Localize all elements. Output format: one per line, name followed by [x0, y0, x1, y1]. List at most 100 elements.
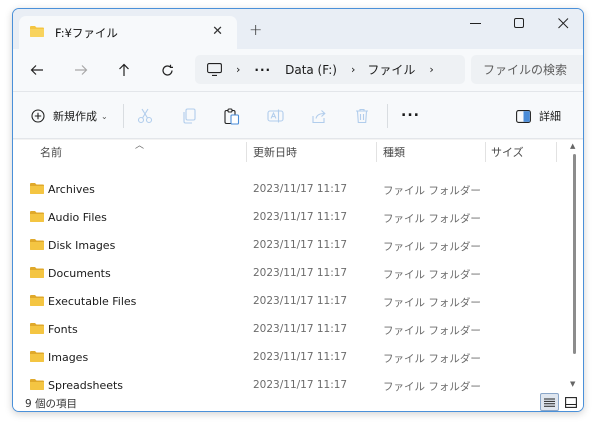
status-bar: 9 個の項目 — [13, 392, 583, 411]
file-list: ︿ 名前 更新日時 種類 サイズ Archives 2023/11/17 11:1… — [13, 140, 583, 393]
sort-chevron-up-icon: ︿ — [135, 141, 145, 151]
column-header-name-label: 名前 — [40, 146, 62, 159]
chevron-down-icon: ⌄ — [101, 111, 108, 121]
cut-button[interactable] — [137, 104, 153, 128]
column-header-date-label: 更新日時 — [253, 146, 297, 159]
folder-icon — [29, 182, 45, 198]
plus-circle-icon — [31, 109, 45, 123]
file-name: Audio Files — [48, 211, 107, 224]
scroll-up-arrow-icon[interactable]: ▲ — [570, 142, 575, 150]
more-icon: ... — [401, 104, 420, 120]
column-divider[interactable] — [376, 142, 377, 162]
share-button[interactable] — [311, 104, 327, 128]
more-options-button[interactable]: ... — [401, 104, 420, 128]
file-name: Images — [48, 351, 89, 364]
close-icon[interactable] — [541, 9, 583, 37]
address-bar[interactable]: › ··· Data (F:) › ファイル › — [195, 55, 465, 84]
up-arrow-icon[interactable] — [110, 57, 138, 83]
breadcrumb-folder[interactable]: ファイル — [367, 61, 415, 78]
details-pane-button[interactable]: 詳細 — [516, 104, 561, 128]
scissors-icon — [137, 108, 153, 124]
table-row[interactable]: Executable Files 2023/11/17 11:17 ファイル フォル… — [13, 287, 573, 315]
rename-button[interactable] — [267, 104, 284, 128]
column-header-type-label: 種類 — [383, 146, 405, 159]
tab-title: F:¥ファイル — [55, 25, 118, 40]
file-type: ファイル フォルダー — [383, 325, 481, 337]
table-row[interactable]: Audio Files 2023/11/17 11:17 ファイル フォルダー — [13, 203, 573, 231]
breadcrumb-chevron-icon[interactable]: › — [236, 63, 240, 76]
folder-icon — [29, 322, 45, 338]
table-row[interactable]: Disk Images 2023/11/17 11:17 ファイル フォルダー — [13, 231, 573, 259]
column-divider[interactable] — [246, 142, 247, 162]
search-input[interactable]: ファイルの検索 — [471, 55, 583, 84]
copy-icon — [181, 108, 197, 124]
column-header-size[interactable]: サイズ — [491, 140, 524, 164]
item-count: 9 個の項目 — [25, 398, 78, 410]
back-arrow-icon[interactable] — [23, 57, 51, 83]
file-name: Documents — [48, 267, 111, 280]
file-name: Fonts — [48, 323, 78, 336]
tab-current-folder[interactable]: F:¥ファイル ✕ — [19, 16, 237, 49]
vertical-scrollbar[interactable] — [573, 154, 576, 354]
clipboard-icon — [224, 107, 240, 125]
command-separator — [387, 104, 388, 128]
column-divider[interactable] — [485, 142, 486, 162]
maximize-icon[interactable] — [497, 9, 541, 37]
details-view-button[interactable] — [540, 393, 559, 411]
file-name: Spreadsheets — [48, 379, 124, 392]
column-header-name[interactable]: 名前 — [40, 140, 62, 164]
table-row[interactable]: Images 2023/11/17 11:17 ファイル フォルダー — [13, 343, 573, 371]
new-tab-icon[interactable]: + — [249, 20, 262, 39]
rename-icon — [267, 108, 284, 124]
minimize-icon[interactable] — [453, 9, 497, 37]
folder-icon — [29, 294, 45, 310]
scroll-down-arrow-icon[interactable]: ▼ — [570, 380, 575, 388]
tiles-view-button[interactable] — [561, 393, 580, 411]
modified-date: 2023/11/17 11:17 — [253, 183, 348, 195]
folder-icon — [29, 238, 45, 254]
breadcrumb-chevron-icon[interactable]: › — [351, 63, 355, 76]
tile-view-icon — [564, 396, 577, 408]
forward-arrow-icon[interactable] — [67, 57, 95, 83]
modified-date: 2023/11/17 11:17 — [253, 351, 348, 363]
this-pc-icon[interactable] — [207, 63, 222, 76]
file-type: ファイル フォルダー — [383, 269, 481, 281]
list-view-icon — [544, 398, 555, 407]
file-name: Executable Files — [48, 295, 137, 308]
file-type: ファイル フォルダー — [383, 185, 481, 197]
delete-button[interactable] — [355, 104, 369, 128]
command-separator — [123, 104, 124, 128]
table-row[interactable]: Documents 2023/11/17 11:17 ファイル フォルダー — [13, 259, 573, 287]
paste-button[interactable] — [224, 104, 240, 128]
modified-date: 2023/11/17 11:17 — [253, 323, 348, 335]
copy-button[interactable] — [181, 104, 197, 128]
table-row[interactable]: Archives 2023/11/17 11:17 ファイル フォルダー — [13, 175, 573, 203]
file-type: ファイル フォルダー — [383, 241, 481, 253]
file-type: ファイル フォルダー — [383, 213, 481, 225]
breadcrumb-overflow[interactable]: ··· — [254, 63, 271, 77]
folder-icon — [29, 210, 45, 226]
breadcrumb-chevron-icon[interactable]: › — [429, 63, 433, 76]
details-label: 詳細 — [539, 110, 561, 123]
column-header-type[interactable]: 種類 — [383, 140, 405, 164]
column-header-size-label: サイズ — [491, 146, 524, 159]
command-bar: 新規作成 ⌄ ... 詳細 — [13, 91, 583, 139]
new-button[interactable]: 新規作成 ⌄ — [31, 104, 108, 128]
new-button-label: 新規作成 — [53, 110, 97, 123]
tab-close-icon[interactable]: ✕ — [212, 24, 223, 39]
breadcrumb-drive[interactable]: Data (F:) — [285, 63, 337, 77]
table-row[interactable]: Fonts 2023/11/17 11:17 ファイル フォルダー — [13, 315, 573, 343]
file-name: Archives — [48, 183, 95, 196]
column-divider[interactable] — [556, 142, 557, 162]
column-header-date[interactable]: 更新日時 — [253, 140, 297, 164]
modified-date: 2023/11/17 11:17 — [253, 239, 348, 251]
file-type: ファイル フォルダー — [383, 297, 481, 309]
navigation-bar: › ··· Data (F:) › ファイル › ファイルの検索 — [13, 49, 583, 91]
refresh-icon[interactable] — [153, 57, 181, 83]
trash-icon — [355, 108, 369, 124]
search-placeholder: ファイルの検索 — [483, 63, 568, 77]
file-type: ファイル フォルダー — [383, 353, 481, 365]
file-name: Disk Images — [48, 239, 116, 252]
folder-icon — [29, 350, 45, 366]
modified-date: 2023/11/17 11:17 — [253, 379, 348, 391]
